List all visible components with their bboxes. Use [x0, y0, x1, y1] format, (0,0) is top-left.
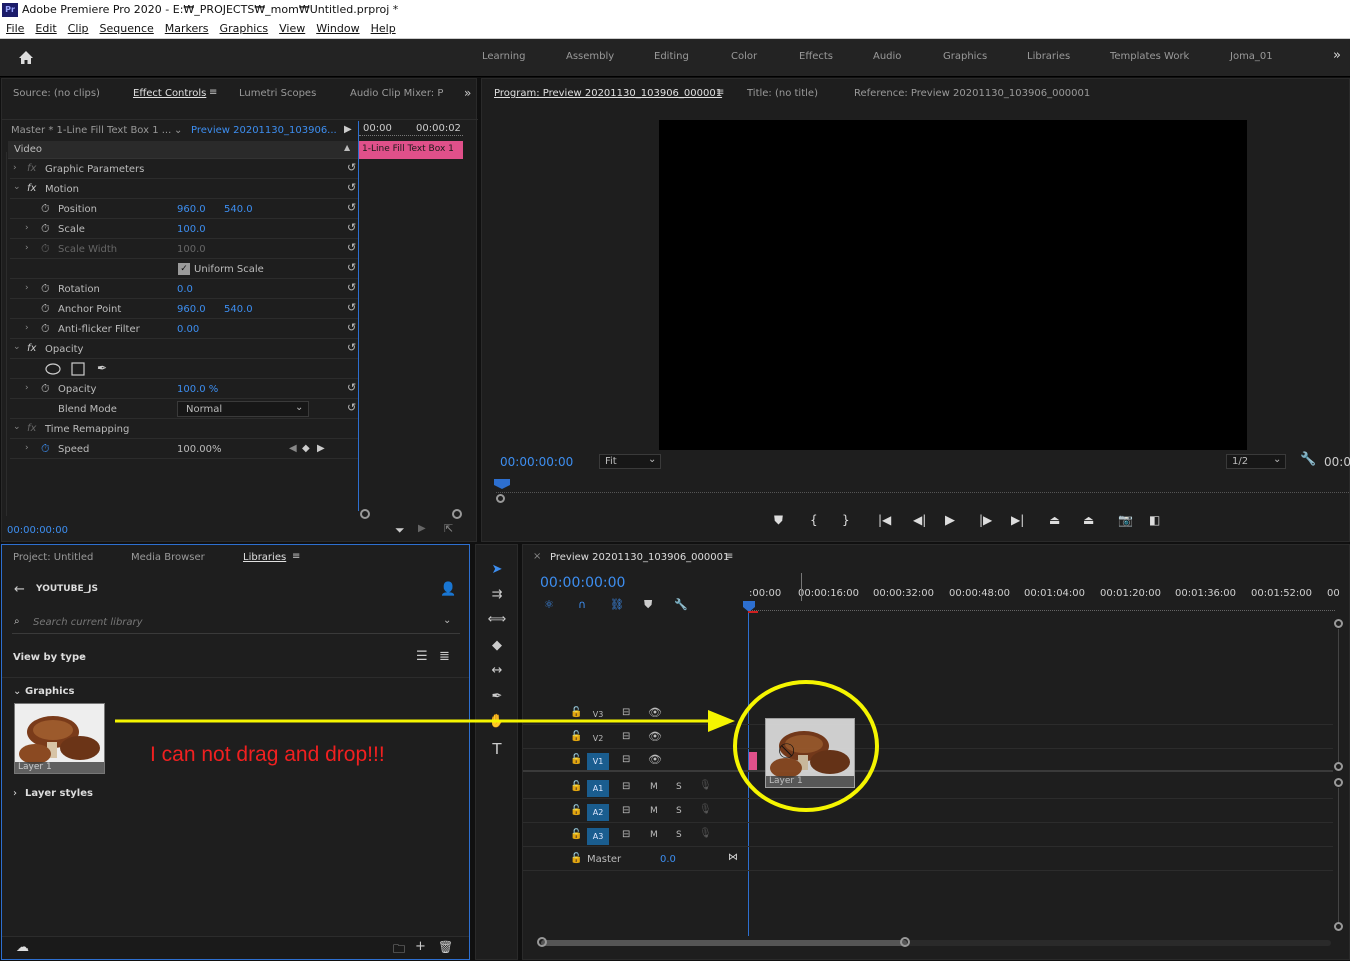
- annotation-overlay: [115, 680, 879, 812]
- annotation-circle: [733, 680, 879, 812]
- annotation-arrow-head: [708, 710, 735, 732]
- annotation-text: I can not drag and drop!!!: [150, 743, 385, 766]
